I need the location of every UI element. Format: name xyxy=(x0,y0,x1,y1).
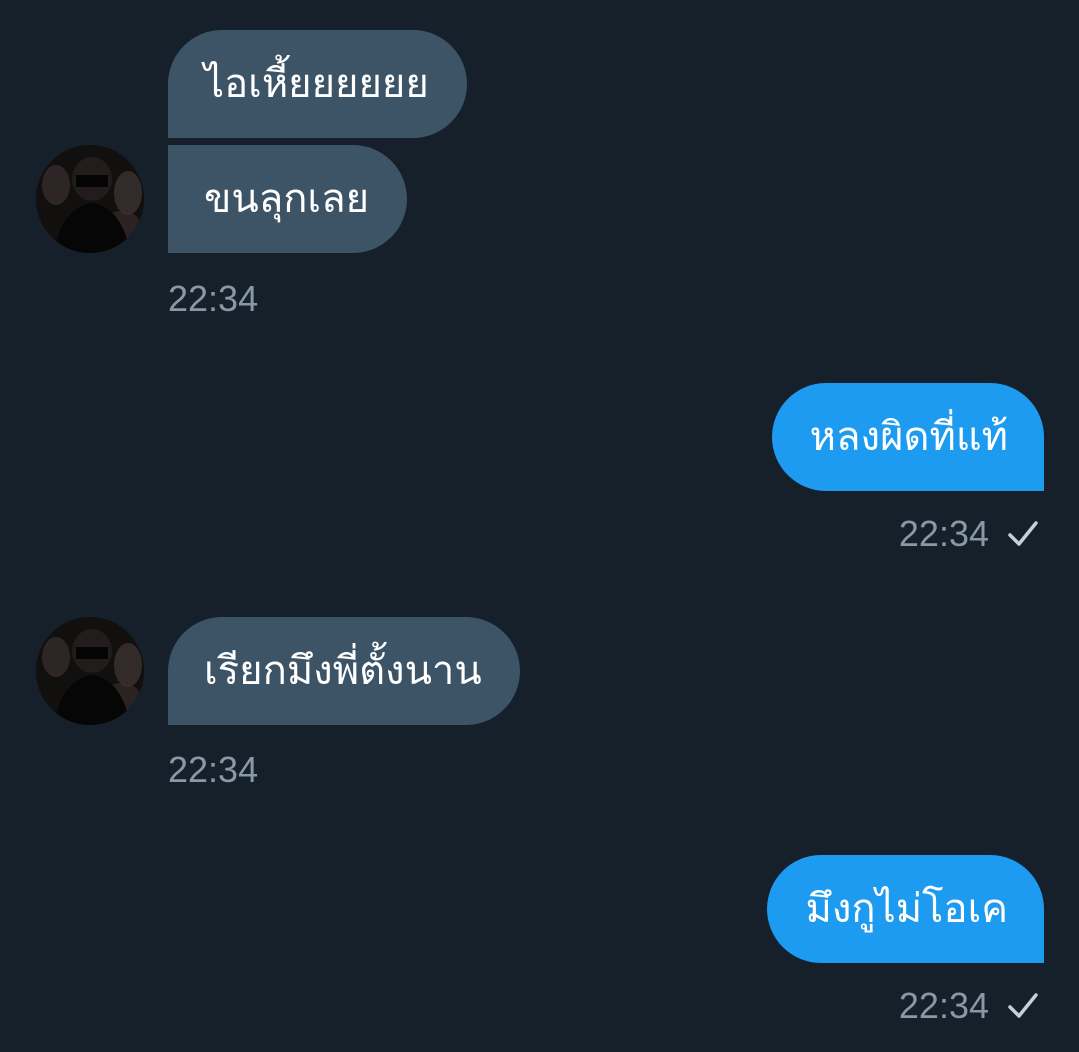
message-timestamp: 22:34 xyxy=(898,985,989,1026)
checkmark-icon xyxy=(1008,521,1038,546)
checkmark-icon xyxy=(1008,993,1038,1018)
message-text: ไอเหี้ยยยยยย xyxy=(204,61,429,107)
message-text: เรียกมึงพี่ตั้งนาน xyxy=(204,648,482,694)
avatar[interactable] xyxy=(36,617,144,725)
avatar[interactable] xyxy=(36,145,144,253)
message-bubble-incoming[interactable]: ไอเหี้ยยยยยย xyxy=(168,30,467,138)
message-text: มึงกูไม่โอเค xyxy=(805,886,1008,932)
message-timestamp: 22:34 xyxy=(168,278,259,319)
message-bubble-incoming[interactable]: ขนลุกเลย xyxy=(168,145,408,253)
message-bubble-outgoing[interactable]: มึงกูไม่โอเค xyxy=(767,855,1044,963)
message-bubble-outgoing[interactable]: หลงผิดที่แท้ xyxy=(771,383,1044,491)
message-text: หลงผิดที่แท้ xyxy=(809,414,1008,460)
message-timestamp: 22:34 xyxy=(168,749,259,790)
message-text: ขนลุกเลย xyxy=(204,176,370,222)
message-bubble-incoming[interactable]: เรียกมึงพี่ตั้งนาน xyxy=(168,617,520,725)
avatar-photo-icon xyxy=(36,145,144,253)
avatar-photo-icon xyxy=(36,617,144,725)
message-timestamp: 22:34 xyxy=(898,513,989,554)
